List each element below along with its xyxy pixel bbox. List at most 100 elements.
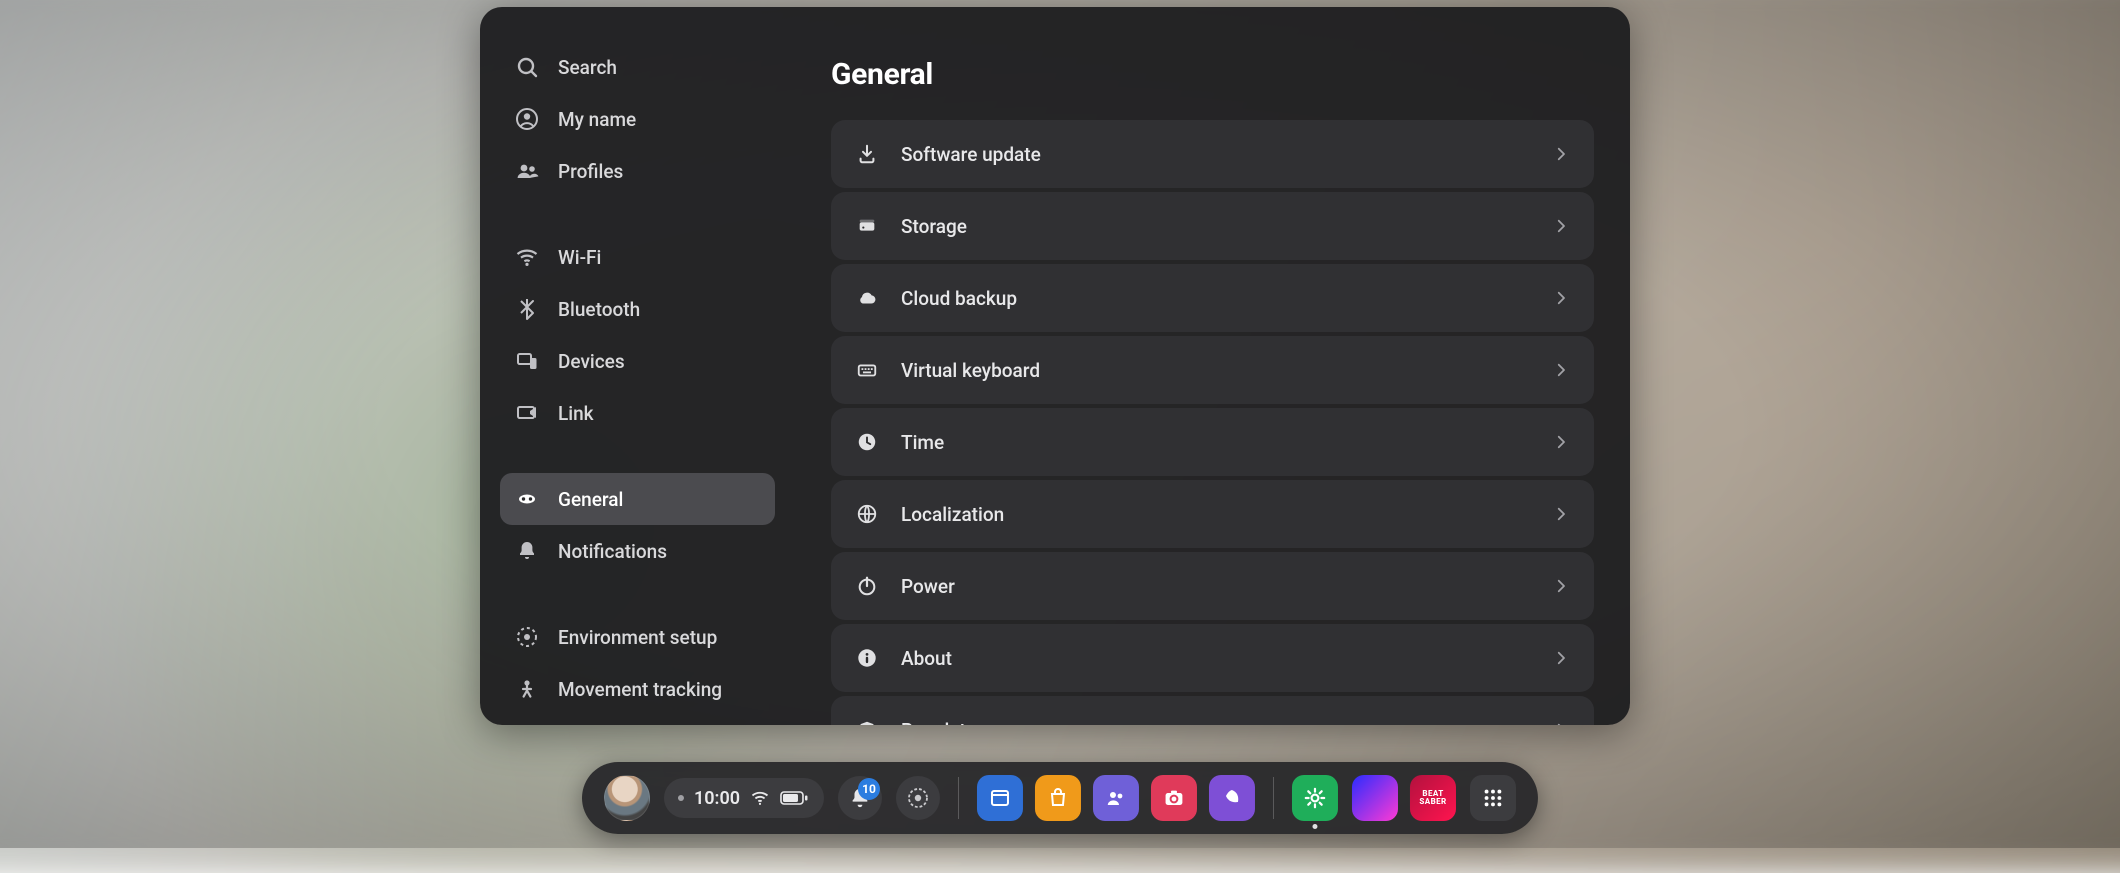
sidebar-item-label: Movement tracking: [558, 678, 722, 701]
sidebar-item-label: My name: [558, 108, 636, 131]
notifications-button[interactable]: 10: [838, 776, 882, 820]
camera-tile-icon: [1162, 786, 1186, 810]
app-tile-browser[interactable]: [977, 775, 1023, 821]
row-label: Storage: [901, 215, 1530, 238]
sidebar-item-devices[interactable]: Devices: [500, 335, 775, 387]
row-label: Power: [901, 575, 1530, 598]
app-tile-camera[interactable]: [1151, 775, 1197, 821]
sidebar-item-movement-tracking[interactable]: Movement tracking: [500, 663, 775, 715]
headset-icon: [514, 486, 540, 512]
browser-tile-icon: [988, 786, 1012, 810]
chevron-right-icon: [1552, 217, 1570, 235]
taskbar-sep: [1273, 777, 1274, 819]
app-tile-remote[interactable]: [1209, 775, 1255, 821]
sidebar-item-label: Notifications: [558, 540, 667, 563]
sidebar-item-label: Devices: [558, 350, 625, 373]
row-virtual-keyboard[interactable]: Virtual keyboard: [831, 336, 1594, 404]
app-tile-recent-beatsaber[interactable]: BEATSABER: [1410, 775, 1456, 821]
sidebar-item-profiles[interactable]: Profiles: [500, 145, 775, 197]
app-tile-store[interactable]: [1035, 775, 1081, 821]
devices-icon: [514, 348, 540, 374]
cast-button[interactable]: [896, 776, 940, 820]
taskbar-settings-slot: [1292, 775, 1338, 821]
chevron-right-icon: [1552, 361, 1570, 379]
row-label: Time: [901, 431, 1530, 454]
chevron-right-icon: [1552, 649, 1570, 667]
row-label: Software update: [901, 143, 1530, 166]
sidebar-item-label: Bluetooth: [558, 298, 640, 321]
sidebar-item-link[interactable]: Link: [500, 387, 775, 439]
chevron-right-icon: [1552, 721, 1570, 725]
shield-icon: [855, 718, 879, 725]
row-localization[interactable]: Localization: [831, 480, 1594, 548]
general-list[interactable]: Software update Storage Cloud backup Virtua…: [831, 120, 1594, 725]
settings-content: General Software update Storage Cloud back…: [795, 7, 1630, 725]
gear-tile-icon: [1303, 786, 1327, 810]
keyboard-icon: [855, 358, 879, 382]
settings-sidebar[interactable]: Search My name Profiles Wi-Fi Bluetooth Devic…: [480, 7, 795, 725]
sidebar-item-general[interactable]: General: [500, 473, 775, 525]
row-label: Localization: [901, 503, 1530, 526]
row-about[interactable]: About: [831, 624, 1594, 692]
leaf-tile-icon: [1220, 786, 1244, 810]
chevron-right-icon: [1552, 145, 1570, 163]
wifi-icon: [514, 244, 540, 270]
power-icon: [855, 574, 879, 598]
row-label: Regulatory: [901, 719, 1530, 726]
link-icon: [514, 400, 540, 426]
row-power[interactable]: Power: [831, 552, 1594, 620]
sidebar-item-label: Environment setup: [558, 626, 717, 649]
taskbar-recent: BEATSABER: [1352, 775, 1456, 821]
sidebar-item-label: Search: [558, 56, 617, 79]
page-title: General: [831, 57, 1594, 92]
globe-icon: [855, 502, 879, 526]
avatar[interactable]: [604, 775, 650, 821]
people-tile-icon: [1104, 786, 1128, 810]
sidebar-item-environment-setup[interactable]: Environment setup: [500, 611, 775, 663]
tile-text: BEATSABER: [1419, 790, 1446, 806]
bluetooth-icon: [514, 296, 540, 322]
settings-panel: Search My name Profiles Wi-Fi Bluetooth Devic…: [480, 7, 1630, 725]
person-icon: [514, 106, 540, 132]
wifi-status-icon: [750, 788, 770, 808]
status-pill[interactable]: 10:00: [664, 778, 824, 818]
cloud-icon: [855, 286, 879, 310]
search-icon: [514, 54, 540, 80]
chevron-right-icon: [1552, 433, 1570, 451]
cast-icon: [906, 786, 930, 810]
bell-icon: [514, 538, 540, 564]
chevron-right-icon: [1552, 577, 1570, 595]
people-icon: [514, 158, 540, 184]
app-tile-settings[interactable]: [1292, 775, 1338, 821]
row-cloud-backup[interactable]: Cloud backup: [831, 264, 1594, 332]
chevron-right-icon: [1552, 289, 1570, 307]
chevron-right-icon: [1552, 505, 1570, 523]
row-label: Virtual keyboard: [901, 359, 1530, 382]
row-time[interactable]: Time: [831, 408, 1594, 476]
storage-icon: [855, 214, 879, 238]
sidebar-item-my-name[interactable]: My name: [500, 93, 775, 145]
clock-icon: [855, 430, 879, 454]
sidebar-item-wifi[interactable]: Wi-Fi: [500, 231, 775, 283]
notif-count-badge: 10: [858, 778, 880, 800]
row-software-update[interactable]: Software update: [831, 120, 1594, 188]
sidebar-item-label: General: [558, 488, 623, 511]
sidebar-item-bluetooth[interactable]: Bluetooth: [500, 283, 775, 335]
boundary-icon: [514, 624, 540, 650]
taskbar-apps: [977, 775, 1255, 821]
status-dot-icon: [678, 795, 684, 801]
clock-text: 10:00: [694, 788, 740, 809]
row-storage[interactable]: Storage: [831, 192, 1594, 260]
sidebar-item-label: Wi-Fi: [558, 246, 601, 269]
info-icon: [855, 646, 879, 670]
tracking-icon: [514, 676, 540, 702]
app-library-button[interactable]: [1470, 775, 1516, 821]
sidebar-item-label: Profiles: [558, 160, 623, 183]
sidebar-item-search[interactable]: Search: [500, 41, 775, 93]
app-tile-recent-galaxy[interactable]: [1352, 775, 1398, 821]
sidebar-item-notifications[interactable]: Notifications: [500, 525, 775, 577]
app-tile-people[interactable]: [1093, 775, 1139, 821]
row-regulatory[interactable]: Regulatory: [831, 696, 1594, 725]
sidebar-item-label: Link: [558, 402, 594, 425]
bag-tile-icon: [1046, 786, 1070, 810]
